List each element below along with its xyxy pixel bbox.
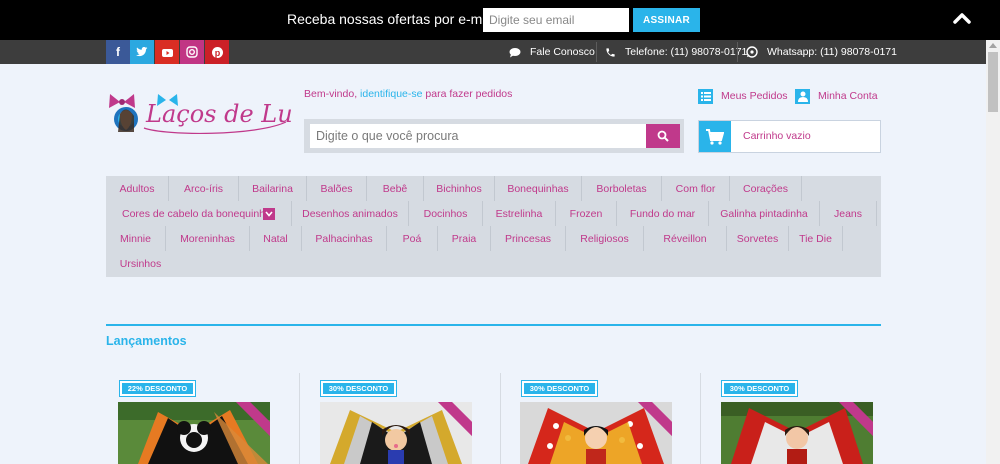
product-divider bbox=[700, 373, 701, 464]
store-logo[interactable]: Laços de Luxo bbox=[106, 92, 291, 140]
phone-icon bbox=[603, 45, 617, 59]
category-menu: Adultos Arco-íris Bailarina Balões Bebê … bbox=[106, 176, 881, 277]
newsletter-label: Receba nossas ofertas por e-mail bbox=[287, 11, 497, 27]
divider bbox=[596, 42, 597, 62]
section-title: Lançamentos bbox=[106, 334, 187, 348]
category-item[interactable]: Ursinhos bbox=[106, 251, 175, 276]
contact-link[interactable]: Fale Conosco bbox=[508, 40, 595, 64]
category-item[interactable]: Moreninhas bbox=[166, 226, 250, 251]
scrollbar-thumb[interactable] bbox=[988, 52, 998, 112]
user-icon bbox=[795, 88, 810, 104]
product-image[interactable] bbox=[118, 402, 270, 464]
my-account-label: Minha Conta bbox=[818, 90, 878, 102]
contact-label: Fale Conosco bbox=[530, 46, 595, 58]
category-item[interactable]: Com flor bbox=[662, 176, 730, 201]
chat-bubble-icon bbox=[508, 45, 522, 59]
product-divider bbox=[500, 373, 501, 464]
section-divider bbox=[106, 324, 881, 326]
category-label: Cores de cabelo da bonequinha bbox=[122, 207, 271, 220]
twitter-icon[interactable] bbox=[130, 40, 154, 64]
category-item[interactable]: Minnie bbox=[106, 226, 166, 251]
category-item[interactable]: Estrelinha bbox=[483, 201, 556, 226]
category-item[interactable]: Religiosos bbox=[566, 226, 644, 251]
youtube-icon[interactable] bbox=[155, 40, 179, 64]
category-item[interactable]: Bebê bbox=[367, 176, 424, 201]
newsletter-bar: Receba nossas ofertas por e-mail ASSINAR bbox=[0, 0, 1000, 40]
discount-badge: 30% DESCONTO bbox=[321, 381, 396, 396]
welcome-message: Bem-vindo, identifique-se para fazer ped… bbox=[304, 88, 512, 100]
category-item[interactable]: Jeans bbox=[820, 201, 877, 226]
search-bar bbox=[304, 119, 684, 153]
category-item[interactable]: Tie Die bbox=[789, 226, 843, 251]
page-scrollbar[interactable] bbox=[986, 40, 1000, 464]
phone-link[interactable]: Telefone: (11) 98078-0171 bbox=[603, 40, 747, 64]
category-item[interactable]: Arco-íris bbox=[169, 176, 239, 201]
category-item[interactable]: Princesas bbox=[491, 226, 566, 251]
category-item[interactable]: Borboletas bbox=[582, 176, 662, 201]
category-item[interactable]: Poá bbox=[387, 226, 438, 251]
category-item[interactable]: Bailarina bbox=[239, 176, 307, 201]
category-item[interactable]: Praia bbox=[438, 226, 491, 251]
phone-label: Telefone: (11) 98078-0171 bbox=[625, 46, 748, 58]
svg-text:Laços de Luxo: Laços de Luxo bbox=[145, 100, 291, 128]
chevron-up-icon[interactable] bbox=[952, 8, 972, 28]
discount-badge: 22% DESCONTO bbox=[120, 381, 195, 396]
discount-badge: 30% DESCONTO bbox=[522, 381, 597, 396]
category-item[interactable]: Corações bbox=[730, 176, 802, 201]
search-icon bbox=[657, 130, 669, 142]
category-item[interactable]: Desenhos animados bbox=[292, 201, 409, 226]
cart-widget[interactable]: Carrinho vazio bbox=[698, 120, 881, 153]
shopping-cart-icon bbox=[699, 121, 731, 152]
instagram-icon[interactable] bbox=[180, 40, 204, 64]
svg-text:p: p bbox=[214, 48, 220, 58]
my-orders-link[interactable]: Meus Pedidos bbox=[698, 88, 788, 104]
category-item[interactable]: Palhacinhas bbox=[302, 226, 387, 251]
category-item[interactable]: Balões bbox=[307, 176, 367, 201]
whatsapp-label: Whatsapp: (11) 98078-0171 bbox=[767, 46, 897, 58]
divider bbox=[737, 42, 738, 62]
category-item[interactable]: Fundo do mar bbox=[617, 201, 709, 226]
facebook-icon[interactable]: f bbox=[106, 40, 130, 64]
category-item[interactable]: Natal bbox=[250, 226, 302, 251]
welcome-suffix: para fazer pedidos bbox=[422, 88, 513, 100]
category-item[interactable]: Réveillon bbox=[644, 226, 727, 251]
pinterest-icon[interactable]: p bbox=[205, 40, 229, 64]
my-account-link[interactable]: Minha Conta bbox=[795, 88, 878, 104]
product-image[interactable] bbox=[320, 402, 472, 464]
cart-status: Carrinho vazio bbox=[743, 130, 811, 142]
newsletter-email-input[interactable] bbox=[483, 8, 629, 32]
category-item[interactable]: Cores de cabelo da bonequinha bbox=[106, 201, 292, 226]
scroll-up-arrow-icon[interactable] bbox=[989, 43, 997, 48]
product-image[interactable] bbox=[721, 402, 873, 464]
category-item[interactable]: Docinhos bbox=[409, 201, 483, 226]
category-item[interactable]: Bonequinhas bbox=[495, 176, 582, 201]
list-icon bbox=[698, 88, 713, 104]
category-item[interactable]: Adultos bbox=[106, 176, 169, 201]
whatsapp-link[interactable]: Whatsapp: (11) 98078-0171 bbox=[745, 40, 897, 64]
login-link[interactable]: identifique-se bbox=[360, 88, 422, 100]
chevron-down-icon[interactable] bbox=[263, 208, 275, 220]
subscribe-button[interactable]: ASSINAR bbox=[633, 8, 700, 32]
contact-bar: f p Fale Conosco Telefone: (11) 98078-01… bbox=[0, 40, 986, 64]
discount-badge: 30% DESCONTO bbox=[722, 381, 797, 396]
category-item[interactable]: Bichinhos bbox=[424, 176, 495, 201]
whatsapp-icon bbox=[745, 45, 759, 59]
category-item[interactable]: Galinha pintadinha bbox=[709, 201, 820, 226]
category-item[interactable]: Sorvetes bbox=[727, 226, 789, 251]
search-input[interactable] bbox=[310, 124, 648, 148]
welcome-prefix: Bem-vindo, bbox=[304, 88, 361, 100]
search-button[interactable] bbox=[646, 124, 680, 148]
my-orders-label: Meus Pedidos bbox=[721, 90, 788, 102]
product-image[interactable] bbox=[520, 402, 672, 464]
product-divider bbox=[299, 373, 300, 464]
category-item[interactable]: Frozen bbox=[556, 201, 617, 226]
